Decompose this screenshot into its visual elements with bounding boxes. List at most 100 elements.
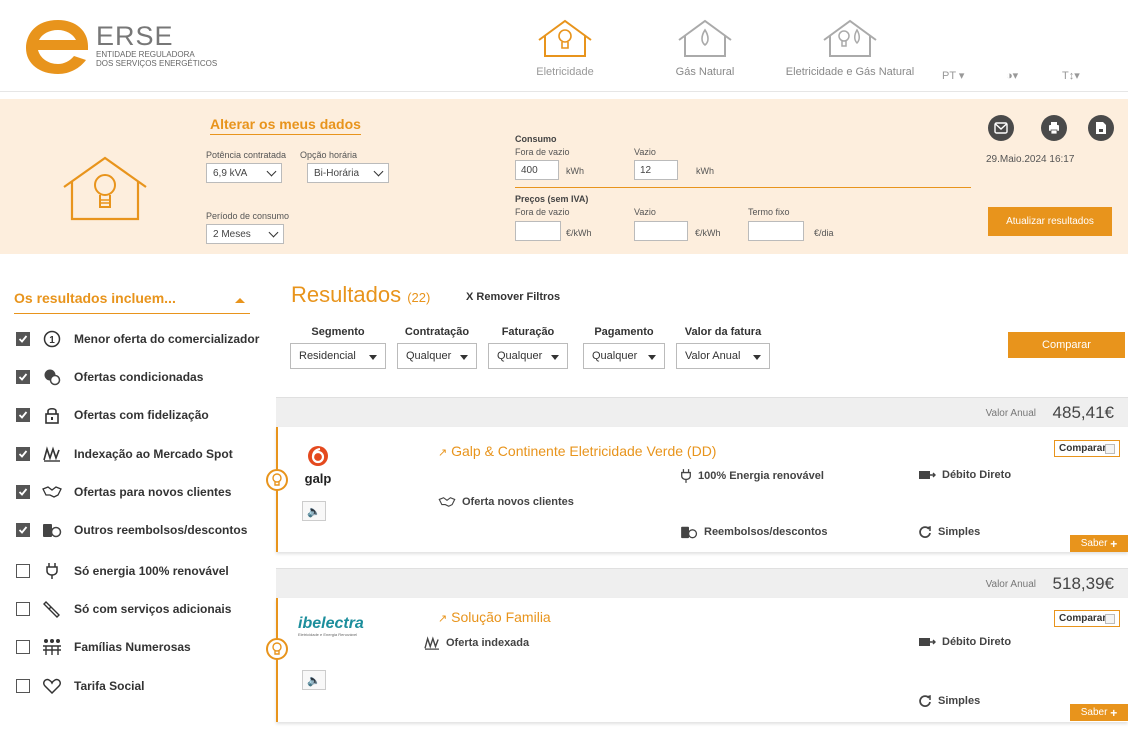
fora-vazio-input[interactable]: 400 bbox=[515, 160, 559, 180]
galp-logo-mark bbox=[308, 446, 328, 466]
filter-label: Só energia 100% renovável bbox=[74, 564, 229, 578]
filter-servicos-adicionais[interactable]: Só com serviços adicionais bbox=[16, 599, 231, 619]
saber-mais-button[interactable]: Saber + bbox=[1070, 704, 1128, 721]
filter-renovavel[interactable]: Só energia 100% renovável bbox=[16, 561, 229, 581]
saber-label: Saber bbox=[1080, 707, 1108, 718]
brand-name: ERSE bbox=[96, 21, 174, 51]
checkbox-unchecked[interactable] bbox=[16, 602, 30, 616]
preco-vazio-input[interactable] bbox=[634, 221, 688, 241]
page: ERSE ENTIDADE REGULADORA DOS SERVIÇOS EN… bbox=[0, 0, 1128, 736]
remove-filters-link[interactable]: X Remover Filtros bbox=[466, 291, 560, 303]
filter-reembolsos[interactable]: Outros reembolsos/descontos bbox=[16, 520, 247, 540]
mail-icon bbox=[994, 122, 1008, 134]
feature-text: Reembolsos/descontos bbox=[704, 526, 828, 538]
external-link-icon: ↗ bbox=[438, 447, 448, 459]
refund-icon bbox=[42, 521, 62, 539]
alter-dados-title[interactable]: Alterar os meus dados bbox=[210, 116, 361, 135]
nav-eletricidade[interactable]: Eletricidade bbox=[530, 18, 600, 78]
filter-label: Menor oferta do comercializador bbox=[74, 332, 260, 346]
termo-fixo-input[interactable] bbox=[748, 221, 804, 241]
lock-icon bbox=[42, 406, 62, 424]
filter-label: Tarifa Social bbox=[74, 679, 145, 693]
check-icon bbox=[18, 450, 28, 458]
audio-button[interactable]: 🔈 bbox=[302, 501, 326, 521]
filter-fidelizacao[interactable]: Ofertas com fidelização bbox=[16, 405, 209, 425]
filter-contratacao-select[interactable]: Qualquer bbox=[397, 343, 477, 369]
print-button[interactable] bbox=[1041, 115, 1067, 141]
filter-label: Famílias Numerosas bbox=[74, 640, 191, 654]
filter-tarifa-social[interactable]: Tarifa Social bbox=[16, 676, 144, 696]
update-results-button[interactable]: Atualizar resultados bbox=[988, 207, 1112, 236]
offer-name[interactable]: ↗ Solução Familia bbox=[438, 609, 551, 625]
offer-compare-checkbox[interactable]: Comparar bbox=[1054, 440, 1120, 457]
saber-mais-button[interactable]: Saber + bbox=[1070, 535, 1128, 552]
offer-card: galp 🔈 ↗ Galp & Continente Eletricidade … bbox=[266, 427, 1128, 552]
periodo-select[interactable]: 2 Meses bbox=[206, 224, 284, 244]
filter-valor-select[interactable]: Valor Anual bbox=[676, 343, 770, 369]
checkbox-checked[interactable] bbox=[16, 485, 30, 499]
ibelectra-logo: ibelectra Eletricidade e Energia Renováv… bbox=[298, 616, 388, 638]
download-button[interactable] bbox=[1088, 115, 1114, 141]
house-flame-icon bbox=[678, 19, 732, 57]
nav-gas-natural[interactable]: Gás Natural bbox=[660, 18, 750, 78]
checkbox-unchecked[interactable] bbox=[16, 564, 30, 578]
checkbox-checked[interactable] bbox=[16, 523, 30, 537]
offer-compare-checkbox[interactable]: Comparar bbox=[1054, 610, 1120, 627]
checkbox-checked[interactable] bbox=[16, 447, 30, 461]
filter-pagamento-select[interactable]: Qualquer bbox=[583, 343, 665, 369]
offer-name-text: Galp & Continente Eletricidade Verde (DD… bbox=[451, 443, 717, 459]
consumo-heading: Consumo bbox=[515, 134, 557, 144]
checkbox-unchecked[interactable] bbox=[1105, 444, 1115, 454]
checkbox-checked[interactable] bbox=[16, 408, 30, 422]
feature-text: 100% Energia renovável bbox=[698, 470, 824, 482]
offer-card-header: Valor Anual 518,39€ bbox=[276, 568, 1128, 598]
offer-name[interactable]: ↗ Galp & Continente Eletricidade Verde (… bbox=[438, 443, 716, 459]
feature-text: Simples bbox=[938, 526, 981, 538]
erse-logo[interactable] bbox=[22, 16, 94, 76]
language-dropdown[interactable]: PT ▾ bbox=[942, 69, 964, 82]
filter-pagamento-value: Qualquer bbox=[592, 350, 638, 362]
filter-faturacao-select[interactable]: Qualquer bbox=[488, 343, 568, 369]
filter-mercado-spot[interactable]: Indexação ao Mercado Spot bbox=[16, 444, 233, 464]
filter-menor-oferta[interactable]: 1 Menor oferta do comercializador bbox=[16, 329, 259, 349]
filter-familias-numerosas[interactable]: Famílias Numerosas bbox=[16, 637, 191, 657]
checkbox-checked[interactable] bbox=[16, 332, 30, 346]
unit-eur-dia: €/dia bbox=[814, 228, 834, 238]
filter-ofertas-condicionadas[interactable]: Ofertas condicionadas bbox=[16, 367, 203, 387]
collapse-caret-icon[interactable] bbox=[235, 298, 245, 303]
filter-novos-clientes[interactable]: Ofertas para novos clientes bbox=[16, 482, 231, 502]
offer-value-label: Valor Anual bbox=[985, 579, 1036, 590]
vazio-input[interactable]: 12 bbox=[634, 160, 678, 180]
preco-fora-vazio-input[interactable] bbox=[515, 221, 561, 241]
filter-segmento-select[interactable]: Residencial bbox=[290, 343, 386, 369]
caret-down-icon bbox=[551, 355, 559, 360]
results-date: 29.Maio.2024 16:17 bbox=[986, 154, 1075, 165]
audio-button[interactable]: 🔈 bbox=[302, 670, 326, 690]
checkbox-unchecked[interactable] bbox=[1105, 614, 1115, 624]
feature-payment: Débito Direto bbox=[918, 636, 1011, 648]
filters-title[interactable]: Os resultados incluem... bbox=[14, 290, 176, 306]
chevron-down-icon: ▾ bbox=[1074, 70, 1080, 82]
speaker-icon: 🔈 bbox=[307, 505, 321, 518]
document-icon bbox=[1096, 122, 1106, 134]
checkbox-unchecked[interactable] bbox=[16, 640, 30, 654]
opcao-select[interactable]: Bi-Horária bbox=[307, 163, 389, 183]
nav-eletricidade-gas[interactable]: Eletricidade e Gás Natural bbox=[780, 18, 920, 78]
compare-button[interactable]: Comparar bbox=[1008, 332, 1125, 358]
galp-logo-text: galp bbox=[304, 471, 332, 486]
filter-faturacao-value: Qualquer bbox=[497, 350, 543, 362]
potencia-select[interactable]: 6,9 kVA bbox=[206, 163, 282, 183]
checkbox-unchecked[interactable] bbox=[16, 679, 30, 693]
email-button[interactable] bbox=[988, 115, 1014, 141]
chevron-down-icon bbox=[268, 227, 279, 238]
heart-icon bbox=[42, 677, 62, 695]
spot-chart-icon bbox=[42, 445, 62, 463]
contrast-icon: ◑ bbox=[1006, 70, 1013, 82]
text-size-dropdown[interactable]: T↕▾ bbox=[1062, 69, 1080, 82]
filter-label: Ofertas para novos clientes bbox=[74, 485, 232, 499]
checkbox-checked[interactable] bbox=[16, 370, 30, 384]
filter-contratacao-value: Qualquer bbox=[406, 350, 452, 362]
brand: ERSE ENTIDADE REGULADORA DOS SERVIÇOS EN… bbox=[96, 22, 217, 68]
contrast-dropdown[interactable]: ◑▾ bbox=[1006, 69, 1018, 82]
filter-label: Outros reembolsos/descontos bbox=[74, 523, 248, 537]
